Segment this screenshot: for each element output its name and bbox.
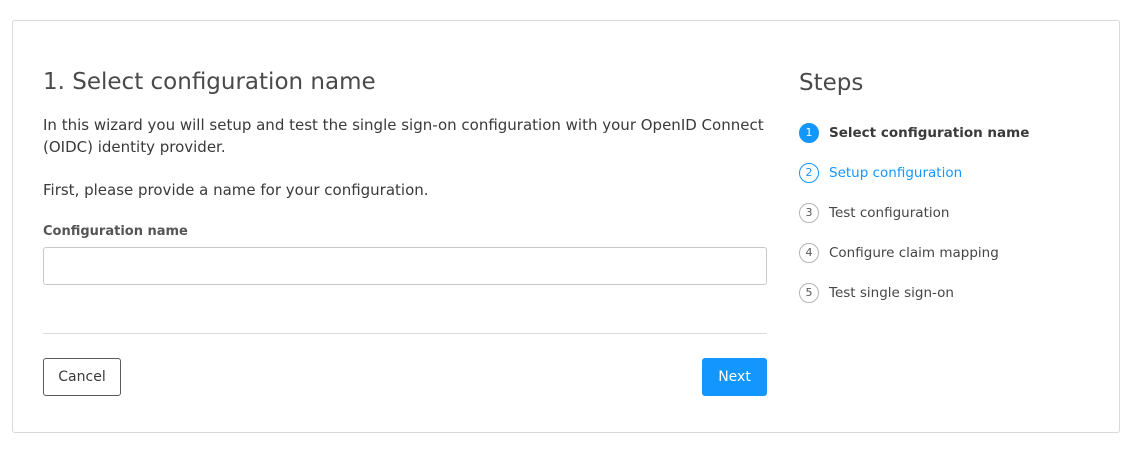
wizard-card: 1. Select configuration name In this wiz… bbox=[12, 20, 1120, 433]
step-label: Select configuration name bbox=[829, 125, 1030, 141]
wizard-prompt-text: First, please provide a name for your co… bbox=[43, 181, 429, 199]
step-label: Test single sign-on bbox=[829, 285, 954, 301]
wizard-intro-text: In this wizard you will setup and test t… bbox=[43, 116, 764, 156]
step-item-select-configuration-name: 1 Select configuration name bbox=[799, 121, 1029, 145]
step-number-badge: 1 bbox=[799, 123, 819, 143]
step-number-badge: 5 bbox=[799, 283, 819, 303]
step-item-test-single-sign-on: 5 Test single sign-on bbox=[799, 281, 954, 305]
steps-title: Steps bbox=[799, 70, 864, 96]
step-number-badge: 3 bbox=[799, 203, 819, 223]
step-number-badge: 2 bbox=[799, 163, 819, 183]
step-number-badge: 4 bbox=[799, 243, 819, 263]
divider bbox=[43, 333, 767, 334]
step-item-setup-configuration[interactable]: 2 Setup configuration bbox=[799, 161, 962, 185]
configuration-name-label: Configuration name bbox=[43, 224, 188, 239]
step-label[interactable]: Setup configuration bbox=[829, 165, 962, 181]
step-label: Test configuration bbox=[829, 205, 950, 221]
cancel-button[interactable]: Cancel bbox=[43, 358, 121, 396]
configuration-name-input[interactable] bbox=[43, 247, 767, 285]
page-title: 1. Select configuration name bbox=[43, 69, 376, 95]
step-item-configure-claim-mapping: 4 Configure claim mapping bbox=[799, 241, 999, 265]
step-item-test-configuration: 3 Test configuration bbox=[799, 201, 949, 225]
step-label: Configure claim mapping bbox=[829, 245, 999, 261]
next-button[interactable]: Next bbox=[702, 358, 767, 396]
